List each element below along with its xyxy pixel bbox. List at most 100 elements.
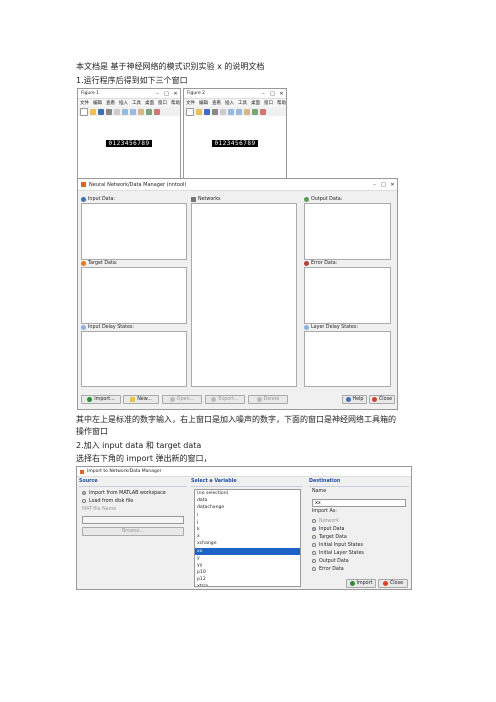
pan-icon[interactable] xyxy=(138,108,144,115)
menu-view[interactable]: 查看 xyxy=(212,100,221,106)
source-group: Source Import from MATLAB workspace Load… xyxy=(79,479,187,579)
variable-item[interactable]: xchange xyxy=(195,540,300,547)
variable-item[interactable]: k xyxy=(195,526,300,533)
minimize-icon[interactable]: – xyxy=(370,182,379,188)
dialog-import-button[interactable]: Import xyxy=(346,579,376,588)
dest-error-data-radio[interactable]: Error Data xyxy=(312,565,408,573)
export-button-label: Export... xyxy=(218,397,239,402)
menu-edit[interactable]: 编辑 xyxy=(199,100,208,106)
variable-item[interactable]: p10 xyxy=(195,569,300,576)
variable-item[interactable]: xtrra xyxy=(195,583,300,586)
menu-help[interactable]: 帮助 xyxy=(277,100,286,106)
source-workspace-radio[interactable]: Import from MATLAB workspace xyxy=(82,489,187,497)
input-data-list[interactable] xyxy=(81,203,187,260)
variable-item[interactable]: p12 xyxy=(195,576,300,583)
matfile-input[interactable] xyxy=(82,516,184,524)
pan-icon[interactable] xyxy=(244,108,250,115)
zoom-in-icon[interactable] xyxy=(228,108,234,115)
dest-network-radio[interactable]: Network xyxy=(312,517,408,525)
variable-item-selected[interactable]: xx xyxy=(195,547,300,555)
layer-delay-label: Layer Delay States: xyxy=(311,324,358,330)
menu-insert[interactable]: 插入 xyxy=(119,100,128,106)
new-figure-icon[interactable] xyxy=(186,107,194,116)
close-icon[interactable]: ✕ xyxy=(277,91,286,97)
name-input[interactable]: xx xyxy=(312,499,406,507)
save-icon[interactable] xyxy=(204,108,210,115)
menu-help[interactable]: 帮助 xyxy=(171,100,180,106)
variable-item[interactable]: y xyxy=(195,555,300,562)
input-delay-list[interactable] xyxy=(81,331,187,387)
dest-initial-input-radio[interactable]: Initial Input States xyxy=(312,541,408,549)
zoom-out-icon[interactable] xyxy=(130,108,136,115)
figure-1-title: Figure 1 xyxy=(81,91,100,96)
menu-desktop[interactable]: 桌面 xyxy=(145,100,154,106)
source-header: Source xyxy=(79,479,187,487)
radio-empty-icon xyxy=(312,535,316,539)
menu-view[interactable]: 查看 xyxy=(106,100,115,106)
delete-button[interactable]: Delete xyxy=(248,395,288,404)
open-folder-icon[interactable] xyxy=(90,108,96,115)
new-figure-icon[interactable] xyxy=(80,107,88,116)
variable-item[interactable]: data xyxy=(195,497,300,504)
minimize-icon[interactable]: – xyxy=(153,91,162,97)
networks-list[interactable] xyxy=(191,203,297,387)
variable-item[interactable]: yy xyxy=(195,562,300,569)
menu-window[interactable]: 窗口 xyxy=(158,100,167,106)
menu-tools[interactable]: 工具 xyxy=(238,100,247,106)
variable-item[interactable]: j xyxy=(195,519,300,526)
doc-line-4: 选择右下角的 import 弹出新的窗口， xyxy=(76,454,212,463)
minimize-icon[interactable]: – xyxy=(259,91,268,97)
layer-delay-list[interactable] xyxy=(304,331,391,387)
variable-item[interactable]: datachange xyxy=(195,504,300,511)
print-icon[interactable] xyxy=(212,108,218,115)
menu-window[interactable]: 窗口 xyxy=(264,100,273,106)
rotate-icon[interactable] xyxy=(146,108,152,115)
error-data-list[interactable] xyxy=(304,267,391,324)
menu-desktop[interactable]: 桌面 xyxy=(251,100,260,106)
open-folder-icon[interactable] xyxy=(196,108,202,115)
menu-file[interactable]: 文件 xyxy=(80,100,89,106)
output-data-list[interactable] xyxy=(304,203,391,260)
export-button[interactable]: Export... xyxy=(205,395,245,404)
pointer-icon[interactable] xyxy=(220,108,226,115)
dest-output-data-radio[interactable]: Output Data xyxy=(312,557,408,565)
data-cursor-icon[interactable] xyxy=(260,108,266,115)
menu-tools[interactable]: 工具 xyxy=(132,100,141,106)
close-icon[interactable]: ✕ xyxy=(388,182,397,188)
maximize-icon[interactable]: □ xyxy=(268,91,277,97)
rotate-icon[interactable] xyxy=(252,108,258,115)
close-icon[interactable]: ✕ xyxy=(171,91,180,97)
maximize-icon[interactable]: □ xyxy=(162,91,171,97)
variable-item[interactable]: x xyxy=(195,533,300,540)
source-disk-radio[interactable]: Load from disk file xyxy=(82,497,187,505)
target-icon xyxy=(81,260,86,266)
data-cursor-icon[interactable] xyxy=(154,108,160,115)
dest-target-data-radio[interactable]: Target Data xyxy=(312,533,408,541)
help-button[interactable]: Help xyxy=(342,395,367,404)
target-data-list[interactable] xyxy=(81,267,187,324)
zoom-out-icon[interactable] xyxy=(236,108,242,115)
print-icon[interactable] xyxy=(106,108,112,115)
maximize-icon[interactable]: □ xyxy=(379,182,388,188)
figure-2-digits: 0123456789 xyxy=(212,140,258,147)
menu-edit[interactable]: 编辑 xyxy=(93,100,102,106)
variable-item[interactable]: i xyxy=(195,512,300,519)
dest-input-data-radio[interactable]: Input Data xyxy=(312,525,408,533)
menu-insert[interactable]: 插入 xyxy=(225,100,234,106)
new-button[interactable]: New... xyxy=(123,395,159,404)
variable-item[interactable]: (no selection) xyxy=(195,490,300,497)
pointer-icon[interactable] xyxy=(114,108,120,115)
menu-file[interactable]: 文件 xyxy=(186,100,195,106)
dialog-close-button[interactable]: Close xyxy=(378,579,408,588)
dest-initial-layer-radio[interactable]: Initial Layer States xyxy=(312,549,408,557)
import-icon xyxy=(87,397,93,402)
close-button[interactable]: Close xyxy=(369,395,395,404)
variable-list[interactable]: (no selection) data datachange i j k x x… xyxy=(194,489,301,587)
import-button[interactable]: Import... xyxy=(81,395,121,404)
open-button[interactable]: Open... xyxy=(162,395,202,404)
browse-button[interactable]: Browse... xyxy=(82,527,184,536)
layer-delay-icon xyxy=(304,324,309,330)
networks-label: Networks xyxy=(198,196,221,202)
zoom-in-icon[interactable] xyxy=(122,108,128,115)
save-icon[interactable] xyxy=(98,108,104,115)
